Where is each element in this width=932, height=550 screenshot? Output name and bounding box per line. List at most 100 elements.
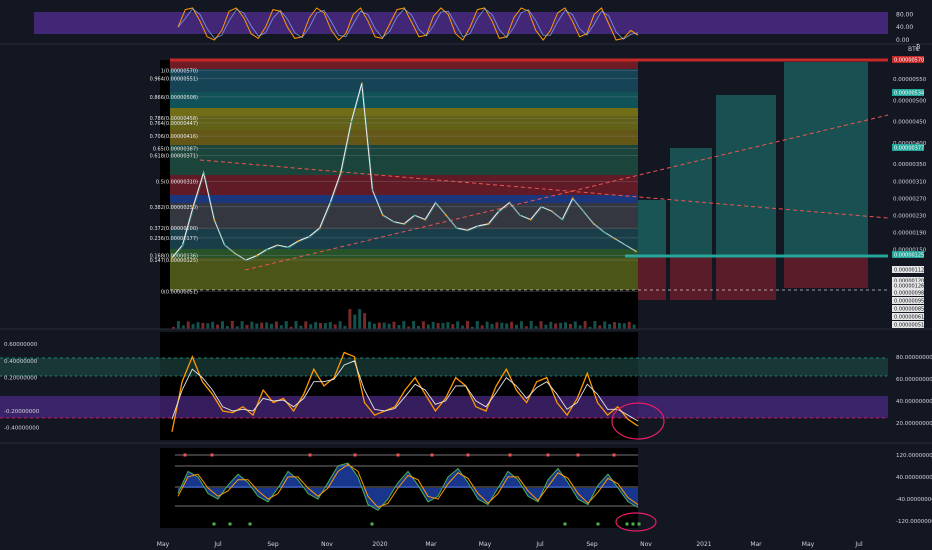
right-label-text: 0.00000061 <box>894 315 924 321</box>
wave-tick-label: 40.00000000 <box>896 475 932 481</box>
volume-bar <box>319 322 322 329</box>
price-point <box>455 227 458 230</box>
oscillator-upper-band <box>0 358 888 376</box>
right-label-text: 0.00000085 <box>894 307 924 313</box>
price-point <box>234 252 237 255</box>
fib-band-6 <box>170 130 638 145</box>
volume-bar <box>466 321 469 329</box>
volume-bar <box>627 321 631 329</box>
projection-loss-3 <box>716 256 776 300</box>
volume-bar <box>446 322 450 329</box>
volume-bar <box>495 322 499 329</box>
sell-signal-dot <box>576 453 580 457</box>
volume-bar <box>392 321 396 329</box>
price-tick-label: 0.00000550 <box>893 77 927 83</box>
volume-bar <box>436 323 440 329</box>
volume-bar <box>461 325 465 329</box>
right-label-text: 0.00000112 <box>894 268 924 274</box>
volume-bar <box>387 323 391 329</box>
volume-bar <box>201 322 205 329</box>
volume-bar <box>377 322 381 329</box>
time-axis-label: Jul <box>854 541 863 548</box>
price-point <box>192 205 194 208</box>
fib-band-13 <box>170 258 638 290</box>
fib-band-9 <box>170 195 638 203</box>
right-label-text: 0.00000125 <box>894 253 924 259</box>
volume-bar <box>397 325 401 329</box>
price-point <box>476 225 479 227</box>
price-point <box>424 218 426 221</box>
sell-signal-dot <box>430 453 434 457</box>
chart-canvas[interactable]: 80.00 40.00 0.00 1(0.00000570) 0.964(0.0000… <box>0 0 932 550</box>
volume-bar <box>578 325 582 329</box>
sell-signal-dot <box>308 453 312 457</box>
price-point <box>255 254 258 257</box>
overbought-band <box>34 12 888 34</box>
price-point <box>571 197 574 200</box>
price-point <box>213 218 216 221</box>
volume-bar <box>451 324 455 329</box>
time-axis-label: May <box>802 541 815 548</box>
volume-bar <box>431 321 435 329</box>
oscillator-right-tick: 40.00000000 <box>896 399 932 405</box>
projection-box-3 <box>716 95 776 256</box>
volume-bar <box>539 321 543 329</box>
right-label-text: 0.00000098 <box>894 291 924 297</box>
sell-signal-dot <box>210 453 214 457</box>
price-tick-label: 0.00000190 <box>893 230 927 236</box>
time-axis-label: Jul <box>213 541 222 548</box>
volume-bar <box>490 323 494 329</box>
fib-level-label: 0.147(0.00000125) <box>150 258 198 264</box>
time-axis-label: Nov <box>321 541 333 548</box>
fib-band-2 <box>170 69 638 92</box>
buy-signal-dot <box>631 522 635 526</box>
wave-tick-label: 120.00000000 <box>896 453 932 459</box>
price-point <box>540 205 542 208</box>
time-axis-label: Sep <box>267 541 279 548</box>
sell-signal-dot <box>353 453 357 457</box>
time-axis-label: Sep <box>586 541 598 548</box>
time-axis-label: 2020 <box>372 541 387 548</box>
volume-bar <box>426 324 430 329</box>
volume-bar <box>284 321 288 329</box>
price-tick-label: 0.00000500 <box>893 98 927 104</box>
oscillator-right-tick: 80.00000000 <box>896 355 932 361</box>
price-tick-label: 0.00000270 <box>893 196 927 202</box>
volume-bar <box>515 324 518 329</box>
price-point <box>582 210 585 212</box>
right-label-text: 0.00000534 <box>894 91 924 97</box>
fib-level-label: 0(0.00000051) <box>161 290 198 296</box>
volume-bar <box>328 321 332 329</box>
volume-bar <box>265 322 269 329</box>
projection-box-2 <box>670 148 712 256</box>
price-point <box>276 244 279 247</box>
volume-bar <box>230 321 234 329</box>
oscillator-left-tick: 0.20000000 <box>4 376 38 382</box>
stochastic-tick-label: 80.00 <box>896 11 913 18</box>
oscillator-left-tick: -0.20000000 <box>4 409 40 415</box>
projection-loss-1 <box>638 256 666 300</box>
volume-bar <box>323 323 327 329</box>
buy-signal-dot <box>212 522 216 526</box>
volume-bar <box>304 321 308 329</box>
price-point <box>561 218 564 221</box>
volume-bar <box>221 321 224 329</box>
time-axis-label: Mar <box>425 541 437 548</box>
volume-bar <box>250 321 254 329</box>
price-point <box>445 214 448 217</box>
oscillator-right-tick: 60.00000000 <box>896 377 932 383</box>
buy-signal-dot <box>248 522 252 526</box>
wave-tick-label: -40.00000000 <box>896 497 932 503</box>
stochastic-tick-label: 0.00 <box>896 37 910 44</box>
price-point <box>308 235 310 238</box>
volume-bar <box>338 321 342 329</box>
sell-signal-dot <box>612 453 616 457</box>
sell-signal-dot <box>508 453 512 457</box>
volume-bar <box>485 321 489 329</box>
price-tick-label: 0.00000230 <box>893 213 927 219</box>
volume-bar <box>274 321 278 329</box>
volume-bar <box>475 321 479 329</box>
time-axis-label: May <box>479 541 492 548</box>
projection-loss-4 <box>784 256 868 288</box>
volume-bar <box>564 322 567 329</box>
